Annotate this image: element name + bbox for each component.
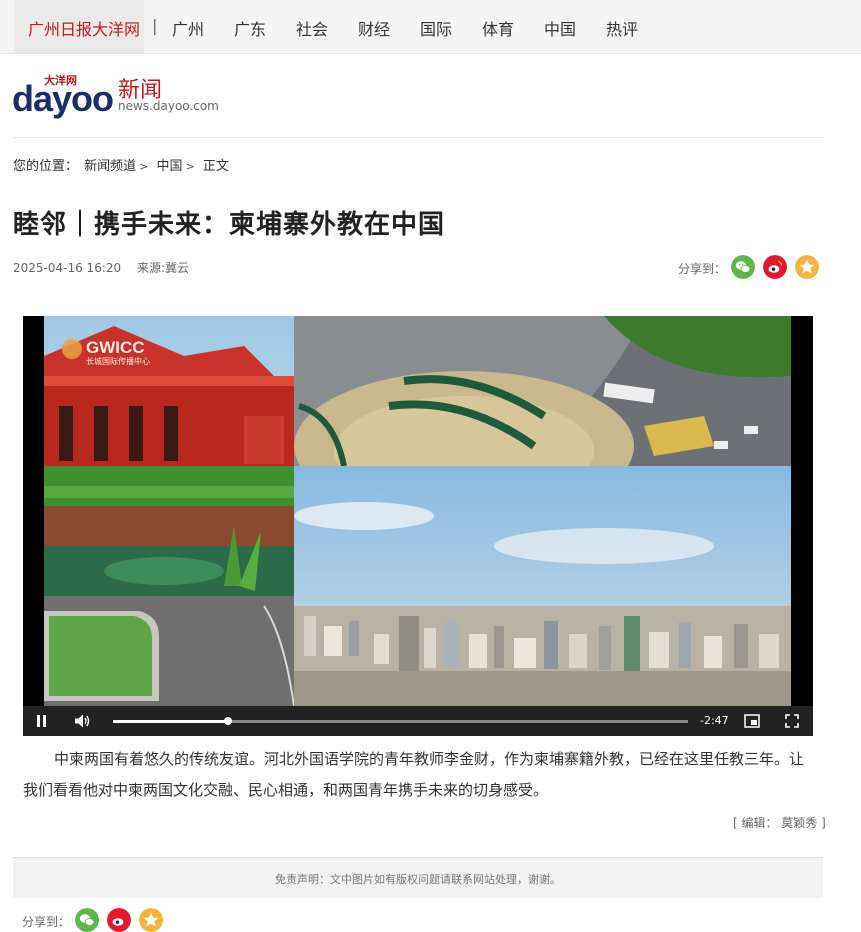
wechat-icon[interactable] bbox=[731, 255, 755, 279]
picture-in-picture-icon[interactable] bbox=[744, 714, 760, 728]
logo-brand-cn: 大洋网 bbox=[44, 74, 77, 87]
wechat-icon[interactable] bbox=[75, 908, 99, 932]
header-divider bbox=[13, 137, 823, 138]
breadcrumb: 您的位置： 新闻频道 > 中国 > 正文 bbox=[13, 155, 231, 174]
video-time-remaining: -2:47 bbox=[700, 714, 729, 727]
fullscreen-icon[interactable] bbox=[785, 714, 799, 728]
nav-item-china[interactable]: 中国 bbox=[544, 16, 576, 40]
article-body: 中柬两国有着悠久的传统友谊。河北外国语学院的青年教师李金财，作为柬埔寨籍外教，已… bbox=[23, 750, 805, 799]
share-label: 分享到： bbox=[678, 262, 727, 276]
nav-item-guangdong[interactable]: 广东 bbox=[234, 16, 266, 40]
video-progress-fill bbox=[113, 720, 228, 723]
article-editor: [ 编辑： 莫颖秀 ] bbox=[733, 816, 826, 830]
weibo-icon[interactable] bbox=[107, 908, 131, 932]
video-progress-track[interactable] bbox=[113, 717, 688, 725]
nav-item-guangzhou[interactable]: 广州 bbox=[172, 16, 204, 40]
nav-item-commentary[interactable]: 热评 bbox=[606, 16, 638, 40]
breadcrumb-label: 您的位置： bbox=[13, 159, 79, 174]
article-meta: 2025-04-16 16:20 来源:冀云 bbox=[13, 259, 189, 276]
logo-domain: news.dayoo.com bbox=[118, 99, 219, 113]
nav-item-society[interactable]: 社会 bbox=[296, 16, 328, 40]
disclaimer-box: 免责声明：文中图片如有版权问题请联系网站处理，谢谢。 bbox=[13, 857, 823, 898]
watermark-sub: 长城国际传播中心 bbox=[86, 356, 150, 366]
page-title: 睦邻｜携手未来：柬埔寨外教在中国 bbox=[13, 210, 446, 240]
nav-home-label: 广州日报大洋网 bbox=[28, 20, 141, 39]
nav-separator: | bbox=[152, 16, 158, 35]
volume-icon[interactable] bbox=[74, 714, 90, 728]
gwicc-logo-icon bbox=[62, 339, 82, 359]
article-source: 来源:冀云 bbox=[136, 261, 190, 275]
nav-item-sports[interactable]: 体育 bbox=[482, 16, 514, 40]
qzone-icon[interactable] bbox=[795, 255, 819, 279]
share-label: 分享到： bbox=[22, 915, 71, 929]
video-progress-handle[interactable] bbox=[224, 717, 232, 725]
video-player[interactable]: GWICC 长城国际传播中心 -2:47 bbox=[23, 316, 813, 736]
video-controls: -2:47 bbox=[23, 706, 813, 736]
pause-icon[interactable] bbox=[36, 715, 48, 727]
site-logo[interactable]: dayoo 大洋网 新闻 news.dayoo.com bbox=[12, 70, 232, 122]
breadcrumb-item-news[interactable]: 新闻频道 bbox=[84, 159, 136, 174]
breadcrumb-item-current: 正文 bbox=[202, 159, 229, 174]
video-frame: GWICC 长城国际传播中心 bbox=[44, 316, 791, 706]
nav-home-link[interactable]: 广州日报大洋网 bbox=[14, 0, 144, 53]
breadcrumb-item-china[interactable]: 中国 bbox=[157, 159, 183, 174]
nav-item-finance[interactable]: 财经 bbox=[358, 16, 390, 40]
nav-item-international[interactable]: 国际 bbox=[420, 16, 452, 40]
watermark-text: GWICC bbox=[86, 338, 145, 357]
breadcrumb-arrow: > bbox=[139, 160, 149, 173]
disclaimer-text: 免责声明：文中图片如有版权问题请联系网站处理，谢谢。 bbox=[275, 873, 561, 886]
top-nav: 广州日报大洋网 | 广州 广东 社会 财经 国际 体育 中国 热评 bbox=[0, 0, 861, 54]
weibo-icon[interactable] bbox=[763, 255, 787, 279]
qzone-icon[interactable] bbox=[139, 908, 163, 932]
breadcrumb-arrow: > bbox=[185, 160, 195, 173]
publish-date: 2025-04-16 16:20 bbox=[13, 261, 122, 275]
